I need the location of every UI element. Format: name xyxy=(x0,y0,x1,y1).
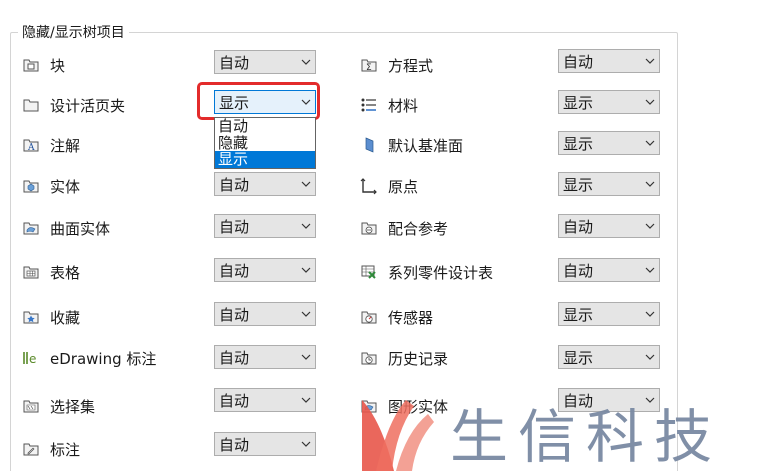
svg-text:e: e xyxy=(29,352,36,366)
chevron-down-icon xyxy=(641,58,659,64)
chevron-down-icon xyxy=(641,311,659,317)
default-plane-icon xyxy=(360,136,378,154)
equation-select[interactable]: 自动 xyxy=(558,49,660,73)
mate-reference-select[interactable]: 自动 xyxy=(558,214,660,238)
block-select[interactable]: 自动 xyxy=(214,50,316,74)
mate-reference-icon xyxy=(360,219,378,237)
chevron-down-icon xyxy=(297,223,315,229)
chevron-down-icon xyxy=(641,223,659,229)
markup-icon xyxy=(22,440,40,458)
item-sensor: 传感器 xyxy=(360,304,433,330)
svg-text:Σ: Σ xyxy=(366,63,372,73)
sensor-select[interactable]: 显示 xyxy=(558,302,660,326)
chevron-down-icon xyxy=(641,181,659,187)
surface-body-icon xyxy=(22,219,40,237)
equation-icon: Σ xyxy=(360,56,378,74)
chevron-down-icon xyxy=(297,59,315,65)
dropdown-option-auto[interactable]: 自动 xyxy=(215,118,315,135)
surface-body-select[interactable]: 自动 xyxy=(214,214,316,238)
svg-text:A: A xyxy=(27,143,35,153)
red-highlight-box xyxy=(197,82,320,120)
dropdown-option-hide[interactable]: 隐藏 xyxy=(215,135,315,152)
edrawing-markup-select[interactable]: 自动 xyxy=(214,345,316,369)
design-table-select[interactable]: 自动 xyxy=(558,258,660,282)
design-binder-icon xyxy=(22,96,40,114)
item-material: 材料 xyxy=(360,92,418,118)
dropdown-option-show[interactable]: 显示 xyxy=(215,151,315,168)
item-block: 块 xyxy=(22,52,65,78)
item-equation: Σ 方程式 xyxy=(360,52,433,78)
chevron-down-icon xyxy=(297,311,315,317)
item-favorites: 收藏 xyxy=(22,304,80,330)
origin-select[interactable]: 显示 xyxy=(558,172,660,196)
item-design-binder: 设计活页夹 xyxy=(22,92,125,118)
edrawing-markup-icon: e xyxy=(22,349,40,367)
default-plane-select[interactable]: 显示 xyxy=(558,131,660,155)
chevron-down-icon xyxy=(297,267,315,273)
chevron-down-icon xyxy=(641,99,659,105)
item-surface-body: 曲面实体 xyxy=(22,215,110,241)
watermark: 生信科技 xyxy=(362,392,760,471)
annotation-icon: A xyxy=(22,136,40,154)
block-icon xyxy=(22,56,40,74)
watermark-text: 生信科技 xyxy=(450,402,723,471)
design-table-icon xyxy=(360,263,378,281)
group-title: 隐藏/显示树项目 xyxy=(18,22,129,42)
item-origin: 原点 xyxy=(360,173,418,199)
solid-body-select[interactable]: 自动 xyxy=(214,172,316,196)
table-select[interactable]: 自动 xyxy=(214,258,316,282)
material-select[interactable]: 显示 xyxy=(558,90,660,114)
item-design-table: 系列零件设计表 xyxy=(360,259,493,285)
solid-body-icon xyxy=(22,177,40,195)
material-icon xyxy=(360,96,378,114)
history-select[interactable]: 显示 xyxy=(558,345,660,369)
item-default-plane: 默认基准面 xyxy=(360,132,463,158)
selection-set-select[interactable]: 自动 xyxy=(214,388,316,412)
item-history: 历史记录 xyxy=(360,345,448,371)
item-mate-reference: 配合参考 xyxy=(360,215,448,241)
item-annotation: A 注解 xyxy=(22,132,80,158)
item-solid-body: 实体 xyxy=(22,173,80,199)
item-table: 表格 xyxy=(22,259,80,285)
chevron-down-icon xyxy=(641,140,659,146)
chevron-down-icon xyxy=(297,354,315,360)
chevron-down-icon xyxy=(641,354,659,360)
chevron-down-icon xyxy=(297,181,315,187)
design-binder-dropdown-list: 自动 隐藏 显示 xyxy=(214,117,316,169)
chevron-down-icon xyxy=(641,267,659,273)
markup-select[interactable]: 自动 xyxy=(214,432,316,456)
sensor-icon xyxy=(360,308,378,326)
history-icon xyxy=(360,349,378,367)
watermark-logo-icon xyxy=(362,392,442,471)
selection-set-icon xyxy=(22,397,40,415)
item-edrawing-markup: e eDrawing 标注 xyxy=(22,345,156,371)
chevron-down-icon xyxy=(297,441,315,447)
item-selection-set: 选择集 xyxy=(22,393,95,419)
table-icon xyxy=(22,263,40,281)
chevron-down-icon xyxy=(297,397,315,403)
favorites-select[interactable]: 自动 xyxy=(214,302,316,326)
favorites-icon xyxy=(22,308,40,326)
origin-icon xyxy=(360,177,378,195)
item-markup: 标注 xyxy=(22,436,80,462)
